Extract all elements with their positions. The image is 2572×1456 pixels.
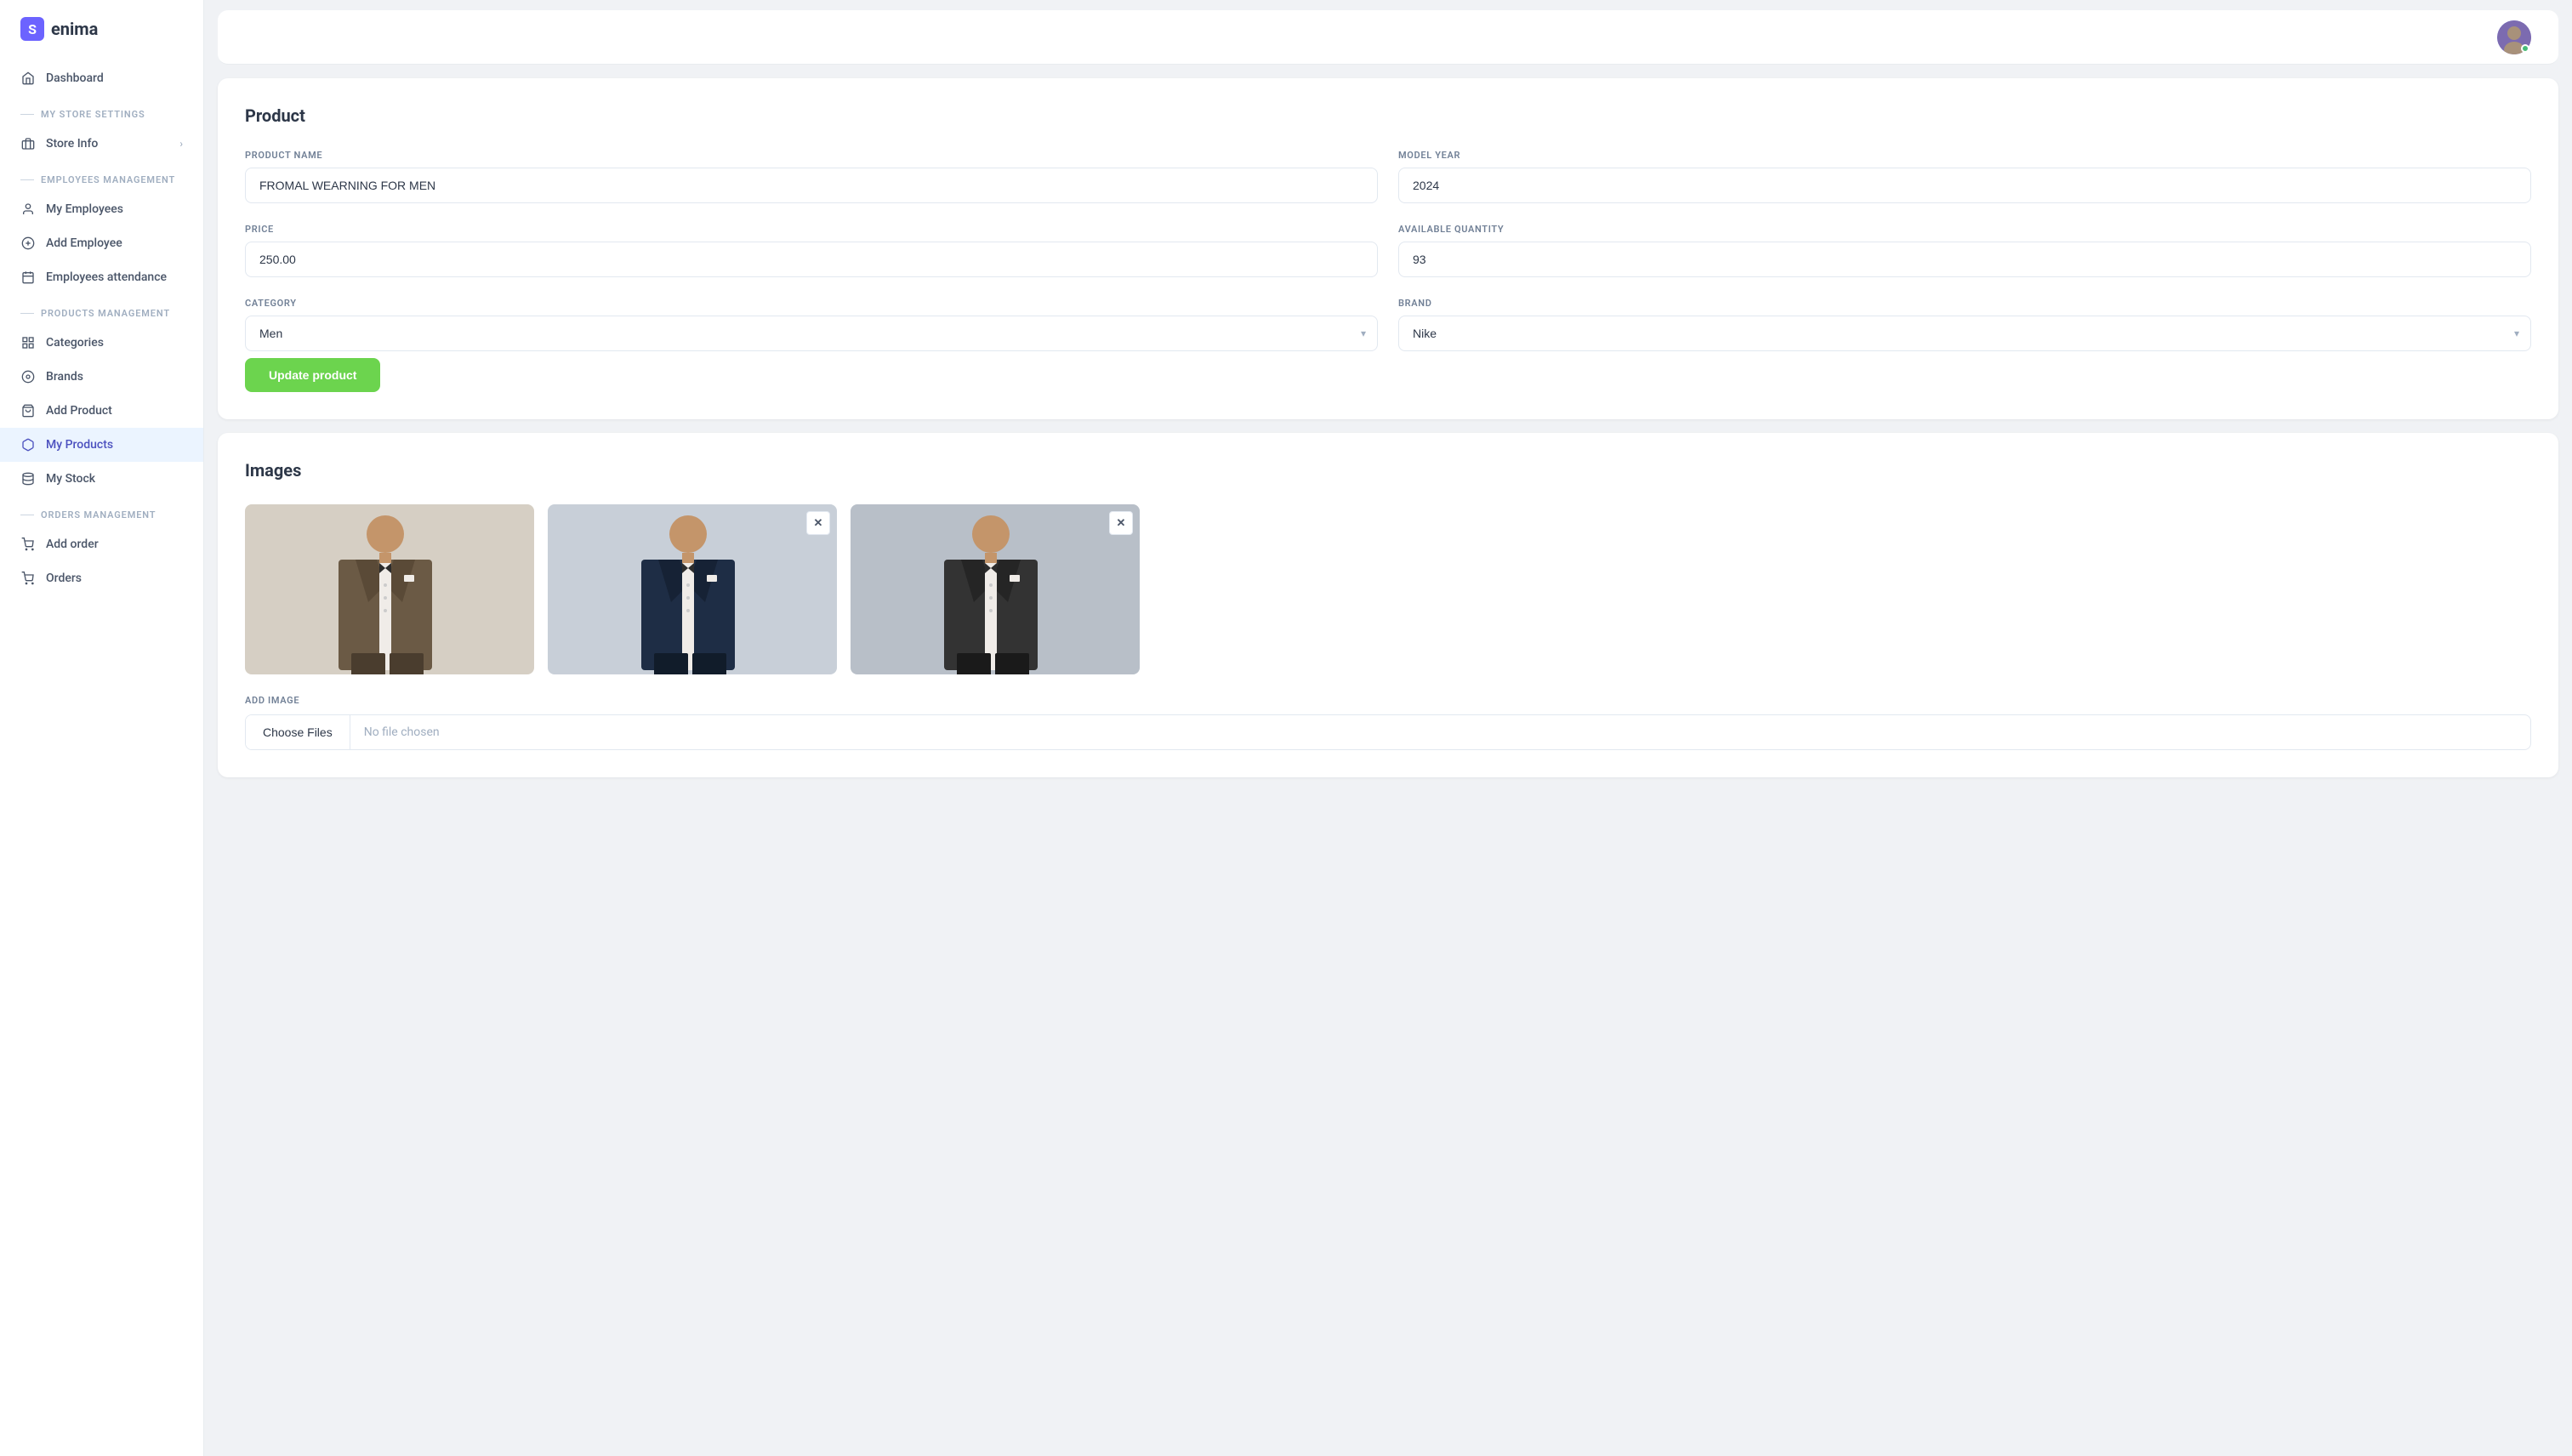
images-title: Images — [245, 460, 2531, 481]
brand-group: BRAND Nike Adidas Puma Zara ▾ — [1398, 298, 2531, 351]
product-name-group: PRODUCT NAME — [245, 150, 1378, 203]
product-name-label: PRODUCT NAME — [245, 150, 1378, 161]
category-label: CATEGORY — [245, 298, 1378, 309]
image-item-3: ✕ — [851, 504, 1140, 674]
brands-icon — [20, 369, 36, 384]
sidebar-item-my-stock[interactable]: My Stock — [0, 462, 203, 496]
sidebar-item-orders[interactable]: Orders — [0, 561, 203, 595]
images-card: Images — [218, 433, 2558, 777]
attendance-icon — [20, 270, 36, 285]
user-avatar-button[interactable] — [2497, 20, 2531, 54]
chevron-right-icon: › — [179, 138, 183, 150]
stock-icon — [20, 471, 36, 486]
sidebar-item-label: Add Product — [46, 404, 112, 418]
sidebar-item-add-product[interactable]: Add Product — [0, 394, 203, 428]
product-name-input[interactable] — [245, 168, 1378, 203]
content-area: Product PRODUCT NAME MODEL YEAR PRICE — [204, 65, 2572, 1456]
sidebar-item-store-info[interactable]: Store Info › — [0, 127, 203, 161]
logo[interactable]: S enima — [0, 17, 203, 61]
suit-image-1 — [245, 504, 534, 674]
model-year-label: MODEL YEAR — [1398, 150, 2531, 161]
quantity-group: AVAILABLE QUANTITY — [1398, 224, 2531, 277]
sidebar-item-label: Brands — [46, 370, 83, 384]
main-content: Product PRODUCT NAME MODEL YEAR PRICE — [204, 0, 2572, 1456]
remove-image-3-button[interactable]: ✕ — [1109, 511, 1133, 535]
suit-image-3 — [851, 504, 1140, 674]
add-order-icon — [20, 537, 36, 552]
choose-files-button[interactable]: Choose Files — [246, 715, 350, 749]
sidebar-item-label: Dashboard — [46, 71, 104, 85]
sidebar-item-label: My Stock — [46, 472, 95, 486]
remove-image-2-button[interactable]: ✕ — [806, 511, 830, 535]
update-product-button[interactable]: Update product — [245, 358, 380, 392]
store-icon — [20, 136, 36, 151]
image-item-1 — [245, 504, 534, 674]
file-input-wrapper: Choose Files No file chosen — [245, 714, 2531, 750]
price-group: PRICE — [245, 224, 1378, 277]
sidebar-item-my-employees[interactable]: My Employees — [0, 192, 203, 226]
category-group: CATEGORY Men Women Kids Accessories ▾ — [245, 298, 1378, 351]
price-input[interactable] — [245, 242, 1378, 277]
sidebar-item-dashboard[interactable]: Dashboard — [0, 61, 203, 95]
sidebar-item-label: My Employees — [46, 202, 123, 216]
add-image-label: ADD IMAGE — [245, 695, 2531, 706]
section-label-products: PRODUCTS MANAGEMENT — [0, 294, 203, 326]
brand-select-wrapper: Nike Adidas Puma Zara ▾ — [1398, 316, 2531, 351]
sidebar-item-employees-attendance[interactable]: Employees attendance — [0, 260, 203, 294]
product-form-grid: PRODUCT NAME MODEL YEAR PRICE AVAILABLE … — [245, 150, 2531, 351]
model-year-group: MODEL YEAR — [1398, 150, 2531, 203]
sidebar-item-label: My Products — [46, 438, 113, 452]
add-circle-icon — [20, 236, 36, 251]
grid-icon — [20, 335, 36, 350]
section-label-employees: EMPLOYEES MANAGEMENT — [0, 161, 203, 192]
category-select[interactable]: Men Women Kids Accessories — [245, 316, 1378, 351]
my-products-icon — [20, 437, 36, 452]
sidebar-item-label: Orders — [46, 572, 82, 585]
topbar — [218, 10, 2558, 65]
orders-icon — [20, 571, 36, 586]
brand-label: BRAND — [1398, 298, 2531, 309]
add-product-icon — [20, 403, 36, 418]
model-year-input[interactable] — [1398, 168, 2531, 203]
sidebar-item-categories[interactable]: Categories — [0, 326, 203, 360]
sidebar-item-add-order[interactable]: Add order — [0, 527, 203, 561]
suit-image-2 — [548, 504, 837, 674]
sidebar-item-label: Add order — [46, 537, 99, 551]
sidebar-item-label: Add Employee — [46, 236, 122, 250]
image-item-2: ✕ — [548, 504, 837, 674]
brand-select[interactable]: Nike Adidas Puma Zara — [1398, 316, 2531, 351]
quantity-label: AVAILABLE QUANTITY — [1398, 224, 2531, 235]
online-indicator — [2521, 44, 2529, 53]
images-grid: ✕ — [245, 504, 2531, 674]
employee-icon — [20, 202, 36, 217]
home-icon — [20, 71, 36, 86]
section-label-store: MY STORE SETTINGS — [0, 95, 203, 127]
file-name-display: No file chosen — [350, 715, 453, 749]
category-select-wrapper: Men Women Kids Accessories ▾ — [245, 316, 1378, 351]
brand-name: enima — [51, 19, 98, 39]
logo-icon: S — [20, 17, 44, 41]
product-form-title: Product — [245, 105, 2531, 126]
section-label-orders: ORDERS MANAGEMENT — [0, 496, 203, 527]
price-label: PRICE — [245, 224, 1378, 235]
sidebar: S enima Dashboard MY STORE SETTINGS Stor… — [0, 0, 204, 1456]
sidebar-item-label: Store Info — [46, 137, 98, 151]
sidebar-item-brands[interactable]: Brands — [0, 360, 203, 394]
sidebar-item-add-employee[interactable]: Add Employee — [0, 226, 203, 260]
sidebar-item-label: Categories — [46, 336, 104, 350]
product-form-card: Product PRODUCT NAME MODEL YEAR PRICE — [218, 78, 2558, 419]
quantity-input[interactable] — [1398, 242, 2531, 277]
sidebar-item-label: Employees attendance — [46, 270, 167, 284]
sidebar-item-my-products[interactable]: My Products — [0, 428, 203, 462]
